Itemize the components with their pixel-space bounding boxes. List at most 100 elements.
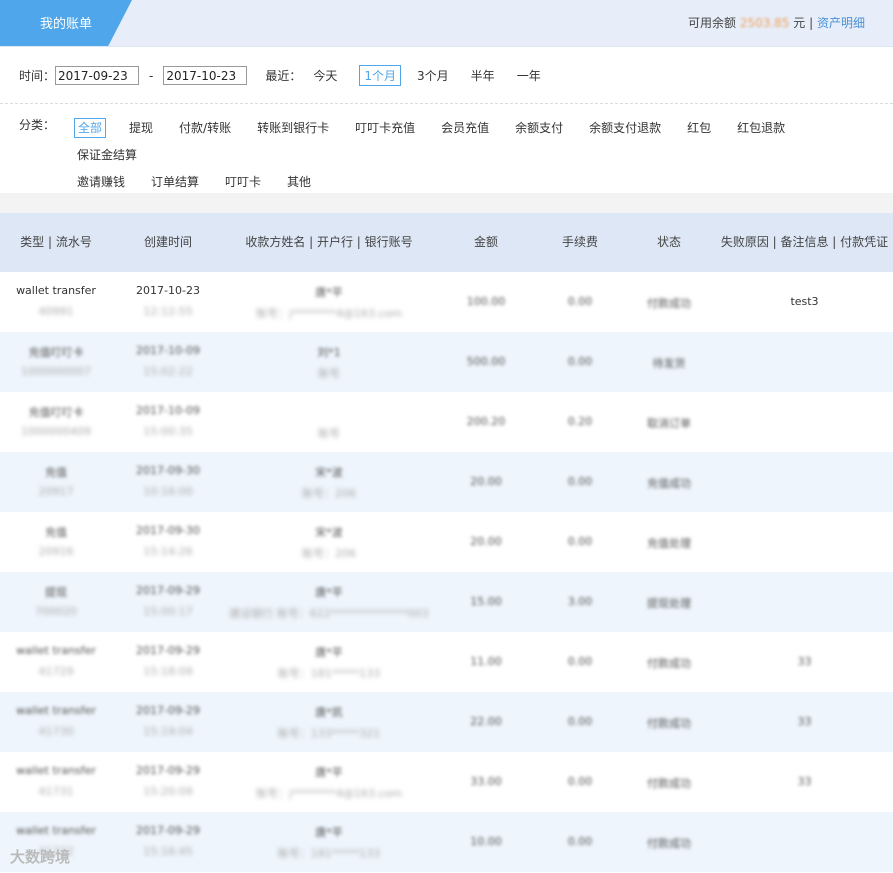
cell-serial: 40991 <box>38 305 74 318</box>
cell-type: wallet transfer <box>16 764 96 777</box>
recent-1-month[interactable]: 1个月 <box>359 65 402 86</box>
cell-time: 15:18:09 <box>143 665 193 678</box>
cell-amount: 20.00 <box>470 535 502 548</box>
balance-amount: 2503.85 <box>739 16 790 30</box>
cell-amount: 33.00 <box>470 775 502 788</box>
cell-status: 付款成功 <box>647 657 691 670</box>
cell-fee: 0.00 <box>567 535 593 548</box>
category-withdraw[interactable]: 提现 <box>126 115 156 142</box>
category-payment-transfer[interactable]: 付款/转账 <box>176 115 234 142</box>
balance-area: 可用余额 2503.85 元 | 资产明细 <box>688 14 865 31</box>
table-cell-name: 唐*平 账号：j********4@163.com <box>224 752 434 812</box>
cell-name: 唐*平 <box>315 286 343 299</box>
cell-name: 唐*平 <box>315 826 343 839</box>
table-row: wallet transfer 41731 2017-09-29 15:20:09 唐*… <box>0 752 893 812</box>
table-cell-note: 33 <box>716 692 893 752</box>
cell-time: 12:12:55 <box>143 305 193 318</box>
table-cell-fee: 3.00 <box>538 572 622 632</box>
category-red-packet-refund[interactable]: 红包退款 <box>734 115 788 142</box>
table-cell-fee: 0.00 <box>538 632 622 692</box>
category-member-recharge[interactable]: 会员充值 <box>438 115 492 142</box>
cell-account: 账号 <box>318 367 340 380</box>
category-invite-earn[interactable]: 邀请赚钱 <box>74 169 128 196</box>
cell-amount: 20.00 <box>470 475 502 488</box>
table-cell-type: wallet transfer 40991 <box>0 272 112 332</box>
cell-amount: 200.20 <box>466 415 506 428</box>
cell-account: 账号：j********4@163.com <box>255 307 403 320</box>
asset-details-link[interactable]: 资产明细 <box>817 16 865 30</box>
cell-account: 建设银行 账号：622**************003 <box>229 607 429 620</box>
category-transfer-to-bank[interactable]: 转账到银行卡 <box>254 115 332 142</box>
table-cell-fee: 0.00 <box>538 692 622 752</box>
table-cell-amount: 20.00 <box>434 452 538 512</box>
table-cell-name: 宋*波 账号：206 <box>224 452 434 512</box>
table-cell-date: 2017-09-29 15:16:45 <box>112 812 224 872</box>
cell-note: test3 <box>790 295 819 308</box>
cell-serial: 20916 <box>38 545 74 558</box>
table-cell-note <box>716 512 893 572</box>
cell-fee: 0.20 <box>567 415 593 428</box>
time-label: 时间： <box>19 69 56 83</box>
category-card[interactable]: 叮叮卡 <box>222 169 264 196</box>
table-cell-name: 账号 <box>224 392 434 452</box>
table-cell-type: wallet transfer 41729 <box>0 632 112 692</box>
top-bar: 我的账单 可用余额 2503.85 元 | 资产明细 <box>0 0 893 47</box>
table-cell-fee: 0.00 <box>538 452 622 512</box>
recent-1-year[interactable]: 一年 <box>517 67 541 84</box>
table-row: wallet transfer 40991 2017-10-23 12:12:55 唐*… <box>0 272 893 332</box>
table-cell-date: 2017-09-29 15:00:17 <box>112 572 224 632</box>
header-type-serial: 类型 | 流水号 <box>20 235 92 249</box>
table-cell-status: 取消订单 <box>622 392 716 452</box>
table-cell-note <box>716 332 893 392</box>
recent-3-months[interactable]: 3个月 <box>417 67 449 84</box>
table-cell-name: 唐*平账号：181*****133 <box>224 632 434 692</box>
cell-status: 付款成功 <box>647 837 691 850</box>
table-row: 充值叮叮卡 1000000007 2017-10-09 15:02:22 刘*1 账号 50… <box>0 332 893 392</box>
table-cell-fee: 0.00 <box>538 272 622 332</box>
table-cell-status: 充值成功 <box>622 452 716 512</box>
header-fee: 手续费 <box>561 235 598 249</box>
table-row: 充值 20917 2017-09-30 10:16:00 宋*波 账号：206 20.00 0… <box>0 452 893 512</box>
date-from-input[interactable] <box>55 66 140 85</box>
table-cell-type: 充值叮叮卡 1000000007 <box>0 332 112 392</box>
cell-type: wallet transfer <box>16 704 96 717</box>
recent-half-year[interactable]: 半年 <box>471 67 495 84</box>
cell-name: 唐*平 <box>315 646 343 659</box>
table-cell-note <box>716 812 893 872</box>
table-cell-fee: 0.00 <box>538 512 622 572</box>
table-row: wallet transfer 41730 2017-09-29 15:19:04 唐*… <box>0 692 893 752</box>
time-filter-row: 时间： - 最近： 今天 1个月 3个月 半年 一年 <box>19 65 563 86</box>
category-red-packet[interactable]: 红包 <box>684 115 714 142</box>
cell-fee: 0.00 <box>567 355 593 368</box>
date-to-input[interactable] <box>163 66 248 85</box>
cell-account: 账号：181*****133 <box>277 667 381 680</box>
balance-divider: | <box>809 16 814 30</box>
header-notes: 失败原因 | 备注信息 | 付款凭证 <box>720 235 889 249</box>
cell-amount: 15.00 <box>470 595 502 608</box>
category-balance-refund[interactable]: 余额支付退款 <box>586 115 664 142</box>
table-cell-amount: 33.00 <box>434 752 538 812</box>
cell-note: 33 <box>797 775 812 788</box>
table-cell-date: 2017-10-23 12:12:55 <box>112 272 224 332</box>
category-all[interactable]: 全部 <box>74 118 107 138</box>
cell-serial: 1000000007 <box>21 365 91 378</box>
table-row: wallet transfer 41729 2017-09-29 15:18:09 唐*… <box>0 632 893 692</box>
recent-today[interactable]: 今天 <box>313 67 337 84</box>
category-list: 全部 提现 付款/转账 转账到银行卡 叮叮卡充值 会员充值 余额支付 余额支付退款 红包 红包退款… <box>74 115 874 196</box>
table-cell-type: 提现 700020 <box>0 572 112 632</box>
category-deposit-settlement[interactable]: 保证金结算 <box>74 142 140 169</box>
table-cell-date: 2017-09-30 15:14:26 <box>112 512 224 572</box>
cell-serial: 20917 <box>38 485 74 498</box>
cell-time: 15:16:45 <box>143 845 193 858</box>
cell-date: 2017-09-29 <box>136 644 200 657</box>
table-cell-date: 2017-10-09 15:00:35 <box>112 392 224 452</box>
filter-panel: 时间： - 最近： 今天 1个月 3个月 半年 一年 分类： 全部提现付款/转账… <box>0 47 893 193</box>
cell-name: 刘*1 <box>317 346 341 359</box>
category-order-settlement[interactable]: 订单结算 <box>148 169 202 196</box>
cell-name: 宋*波 <box>315 526 343 539</box>
category-card-recharge[interactable]: 叮叮卡充值 <box>352 115 418 142</box>
table-row: 充值 20916 2017-09-30 15:14:26 宋*波 账号：206 20.00 0… <box>0 512 893 572</box>
category-balance-payment[interactable]: 余额支付 <box>512 115 566 142</box>
table-cell-amount: 15.00 <box>434 572 538 632</box>
category-other[interactable]: 其他 <box>284 169 314 196</box>
